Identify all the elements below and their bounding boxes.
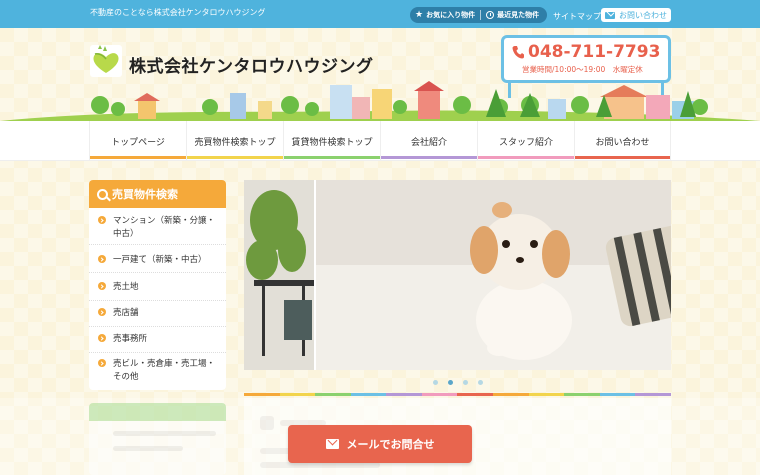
hero-slider[interactable] [244, 180, 671, 370]
chevron-right-icon [98, 334, 106, 342]
chevron-right-icon [98, 308, 106, 316]
sidebar-item-label: 売事務所 [113, 334, 148, 344]
sidebar-item-store[interactable]: 売店舗 [89, 301, 226, 327]
nav-color-bar [90, 156, 186, 159]
company-name[interactable]: 株式会社ケンタロウハウジング [129, 52, 374, 77]
nav-color-bar [381, 156, 477, 159]
nav-sale-search[interactable]: 売買物件検索トップ [186, 121, 283, 161]
nav-label: スタッフ紹介 [498, 137, 553, 148]
slider-dot[interactable] [433, 380, 438, 385]
phone-number-row[interactable]: 048-711-7793 [512, 42, 660, 62]
phone-icon [512, 46, 524, 59]
nav-label: 会社紹介 [410, 137, 447, 148]
search-icon [97, 188, 108, 200]
placeholder-icon [260, 416, 274, 430]
chevron-right-icon [98, 282, 106, 290]
nav-color-bar [187, 156, 283, 159]
nav-color-bar [575, 156, 670, 159]
clock-icon [486, 11, 495, 19]
nav-company[interactable]: 会社紹介 [380, 121, 477, 161]
nav-label: お問い合わせ [595, 137, 650, 148]
nav-label: 賃貸物件検索トップ [291, 137, 373, 148]
recent-viewed-link[interactable]: 最近見た物件 [481, 10, 544, 20]
slider-pagination [433, 380, 483, 385]
rainbow-divider [244, 393, 671, 396]
sidebar-header: 売買物件検索 [89, 180, 226, 208]
nav-color-bar [284, 156, 380, 159]
rental-sidebar-header [89, 403, 226, 421]
site-tagline: 不動産のことなら株式会社ケンタロウハウジング [90, 8, 266, 17]
mail-inquiry-button[interactable]: メールでお問合せ [288, 425, 472, 463]
placeholder-line [113, 446, 183, 451]
slider-dot[interactable] [478, 380, 483, 385]
sidebar-item-label: 売店舗 [113, 308, 139, 318]
sale-search-sidebar: 売買物件検索 マンション（新築・分譲・中古） 一戸建て（新築・中古） 売土地 売… [89, 180, 226, 390]
global-nav: トップページ 売買物件検索トップ 賃貸物件検索トップ 会社紹介 スタッフ紹介 お… [0, 121, 760, 161]
nav-label: 売買物件検索トップ [194, 137, 276, 148]
sidebar-item-land[interactable]: 売土地 [89, 275, 226, 301]
chevron-right-icon [98, 359, 106, 367]
nav-label: トップページ [111, 137, 165, 148]
nav-top-page[interactable]: トップページ [89, 121, 186, 161]
business-hours: 営業時間/10:00～19:00 水曜定休 [522, 65, 643, 74]
sidebar-item-label: 売ビル・売倉庫・売工場・その他 [113, 359, 216, 382]
sidebar-title: 売買物件検索 [112, 188, 178, 201]
header-contact-button[interactable]: お問い合わせ [601, 8, 671, 22]
sidebar-item-office[interactable]: 売事務所 [89, 327, 226, 353]
slider-dot[interactable] [463, 380, 468, 385]
sidebar-item-mansion[interactable]: マンション（新築・分譲・中古） [89, 213, 226, 245]
mail-icon [325, 439, 339, 449]
nav-rental-search[interactable]: 賃貸物件検索トップ [283, 121, 380, 161]
placeholder-line [113, 431, 216, 436]
mail-inquiry-label: メールでお問合せ [346, 438, 435, 451]
header-contact-label: お問い合わせ [619, 10, 667, 20]
rental-search-sidebar [89, 403, 226, 475]
chevron-right-icon [98, 255, 106, 263]
phone-number: 048-711-7793 [528, 42, 661, 62]
favorites-link[interactable]: ★ お気に入り物件 [410, 10, 480, 20]
chevron-right-icon [98, 216, 106, 224]
recent-label: 最近見た物件 [497, 11, 540, 19]
hero-image [244, 180, 671, 370]
slider-dot-active[interactable] [448, 380, 453, 385]
nav-contact[interactable]: お問い合わせ [574, 121, 671, 161]
saved-properties-pill: ★ お気に入り物件 最近見た物件 [410, 7, 547, 23]
nav-color-bar [478, 156, 574, 159]
favorites-label: お気に入り物件 [426, 11, 476, 19]
top-bar: 不動産のことなら株式会社ケンタロウハウジング ★ お気に入り物件 最近見た物件 … [0, 0, 760, 28]
sidebar-item-label: 売土地 [113, 282, 139, 292]
nav-staff[interactable]: スタッフ紹介 [477, 121, 574, 161]
sidebar-item-house[interactable]: 一戸建て（新築・中古） [89, 249, 226, 273]
company-logo-icon[interactable] [88, 43, 124, 79]
mail-icon [605, 11, 615, 19]
sitemap-link[interactable]: サイトマップ [553, 11, 601, 22]
town-illustration [0, 81, 760, 123]
star-icon: ★ [415, 9, 424, 20]
sidebar-item-building[interactable]: 売ビル・売倉庫・売工場・その他 [89, 355, 226, 389]
sidebar-item-label: 一戸建て（新築・中古） [113, 255, 207, 265]
sidebar-item-label: マンション（新築・分譲・中古） [113, 216, 216, 239]
